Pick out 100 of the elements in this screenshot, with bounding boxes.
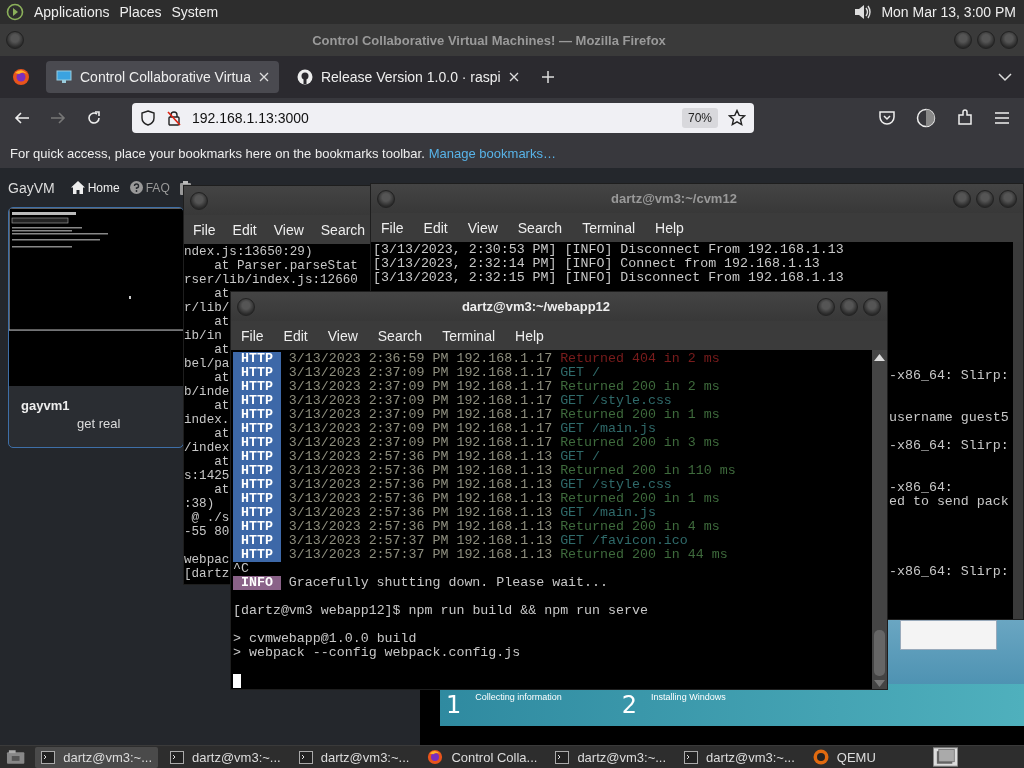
home-icon: [70, 181, 85, 194]
menu-item[interactable]: Help: [655, 219, 684, 236]
terminal-line: -x86_64: Slirp:: [889, 565, 1009, 579]
menu-item[interactable]: Help: [515, 327, 544, 344]
firefox-icon[interactable]: [12, 68, 30, 86]
log-message: GET /style.css: [560, 478, 672, 492]
log-message: GET /style.css: [560, 394, 672, 408]
show-desktop-icon[interactable]: [6, 749, 26, 765]
log-tag: HTTP: [233, 492, 281, 506]
taskbar-item[interactable]: dartz@vm3:~...: [678, 746, 801, 768]
terminal-icon: [41, 750, 56, 764]
log-tag: HTTP: [233, 478, 281, 492]
scrollbar[interactable]: [1013, 242, 1023, 619]
log-timestamp: 3/13/2023 2:36:59 PM 192.168.1.17: [288, 352, 553, 366]
browser-tab[interactable]: Control Collaborative Virtua: [46, 61, 279, 93]
log-timestamp: 3/13/2023 2:57:36 PM 192.168.1.13: [288, 520, 553, 534]
close-icon[interactable]: [258, 72, 269, 82]
extensions-icon[interactable]: [956, 109, 974, 127]
address-bar[interactable]: 192.168.1.13:3000 70%: [132, 103, 754, 133]
menu-item[interactable]: File: [193, 221, 216, 238]
taskbar-item[interactable]: dartz@vm3:~...: [164, 746, 287, 768]
log-tag: HTTP: [233, 506, 281, 520]
terminal-line: [dartz@vm3 webapp12]$ npm run build && npm run serve: [233, 604, 649, 618]
back-icon[interactable]: [14, 110, 30, 126]
log-message: GET /favicon.ico: [560, 534, 688, 548]
scrollbar-thumb[interactable]: [874, 630, 885, 676]
zoom-level-button[interactable]: 70%: [681, 108, 718, 128]
menu-item[interactable]: Terminal: [442, 327, 496, 344]
log-tag: HTTP: [233, 408, 281, 422]
menu-icon[interactable]: [994, 111, 1010, 125]
chevron-down-icon[interactable]: [998, 72, 1012, 82]
terminal-line: b/inde: [184, 385, 230, 399]
star-icon[interactable]: [728, 109, 746, 127]
terminal-line: at Parser.parseStat: [213, 259, 358, 273]
insecure-lock-icon[interactable]: [166, 110, 182, 126]
clock[interactable]: Mon Mar 13, 3:00 PM: [881, 4, 1016, 20]
menu-item[interactable]: Terminal: [582, 219, 636, 236]
scroll-up-icon[interactable]: [874, 354, 885, 361]
menu-item[interactable]: View: [273, 221, 304, 238]
log-timestamp: 3/13/2023 2:37:09 PM 192.168.1.17: [288, 436, 553, 450]
log-timestamp: 3/13/2023 2:37:09 PM 192.168.1.17: [288, 366, 553, 380]
terminal-line: at: [213, 427, 230, 441]
menu-item[interactable]: File: [381, 219, 404, 236]
terminal-line: > webpack --config webpack.config.js: [233, 646, 522, 660]
taskbar-item[interactable]: dartz@vm3:~...: [292, 746, 416, 768]
terminal-line: s:1425: [184, 469, 230, 483]
panel-menu[interactable]: Applications: [34, 4, 110, 20]
speaker-icon[interactable]: [853, 3, 874, 21]
nav-link[interactable]: FAQ: [129, 180, 170, 195]
pocket-icon[interactable]: [878, 109, 896, 127]
menu-item[interactable]: Edit: [283, 327, 308, 344]
menu-item[interactable]: File: [241, 327, 264, 344]
taskbar-item[interactable]: dartz@vm3:~...: [549, 746, 673, 768]
window-title: dartz@vm3:~/cvm12: [610, 191, 738, 206]
vm-card[interactable]: gayvm1 get real: [8, 207, 184, 448]
panel-menu[interactable]: Places: [119, 4, 162, 20]
workspace-switcher-icon[interactable]: [932, 747, 958, 767]
panel-menu[interactable]: System: [171, 4, 219, 20]
shield-icon[interactable]: [140, 110, 156, 126]
terminal-line: > cvmwebapp@1.0.0 build: [233, 632, 418, 646]
taskbar-item[interactable]: dartz@vm3:~...: [35, 746, 158, 768]
terminal-icon: [684, 750, 699, 764]
terminal-line: at: [213, 343, 230, 357]
terminal-icon: [298, 750, 313, 764]
help-icon: [129, 181, 143, 194]
log-timestamp: 3/13/2023 2:37:09 PM 192.168.1.17: [288, 422, 553, 436]
menu-item[interactable]: Edit: [232, 221, 257, 238]
taskbar-item[interactable]: QEMU: [806, 746, 927, 768]
log-tag: HTTP: [233, 534, 281, 548]
log-timestamp: 3/13/2023 2:57:36 PM 192.168.1.13: [288, 450, 553, 464]
menu-item[interactable]: Search: [517, 219, 563, 236]
log-tag: HTTP: [233, 436, 281, 450]
terminal-line: [3/13/2023, 2:32:14 PM] [INFO] Connect from 192.168.1.13: [373, 257, 821, 271]
menu-item[interactable]: View: [327, 327, 358, 344]
log-message: Returned 200 in 2 ms: [560, 380, 720, 394]
taskbar-item[interactable]: Control Colla...: [421, 746, 544, 768]
manage-bookmarks-link[interactable]: Manage bookmarks…: [428, 145, 556, 161]
log-message: GET /: [560, 450, 601, 464]
log-tag: HTTP: [233, 352, 281, 366]
distro-logo-icon[interactable]: [6, 3, 24, 21]
menu-item[interactable]: View: [467, 219, 498, 236]
terminal-line: -x86_64: Slirp:: [889, 439, 1009, 453]
menu-item[interactable]: Edit: [423, 219, 448, 236]
new-tab-icon[interactable]: [540, 70, 555, 84]
close-icon[interactable]: [508, 72, 519, 82]
menu-item[interactable]: Search: [320, 221, 366, 238]
forward-icon[interactable]: [50, 110, 66, 126]
nav-link[interactable]: Home: [70, 180, 120, 195]
account-icon[interactable]: [916, 108, 936, 128]
terminal-line: index.: [184, 413, 230, 427]
url-text: 192.168.1.13:3000: [192, 110, 309, 126]
log-tag: HTTP: [233, 450, 281, 464]
reload-icon[interactable]: [86, 110, 102, 126]
menu-item[interactable]: Search: [377, 327, 423, 344]
site-logo[interactable]: GayVM: [8, 179, 55, 196]
terminal-line: webpac: [184, 553, 230, 567]
scrollbar[interactable]: [872, 350, 887, 689]
browser-tab[interactable]: Release Version 1.0.0 · raspi: [286, 61, 529, 93]
firefox-icon: [427, 749, 444, 765]
terminal-line: at: [213, 315, 230, 329]
